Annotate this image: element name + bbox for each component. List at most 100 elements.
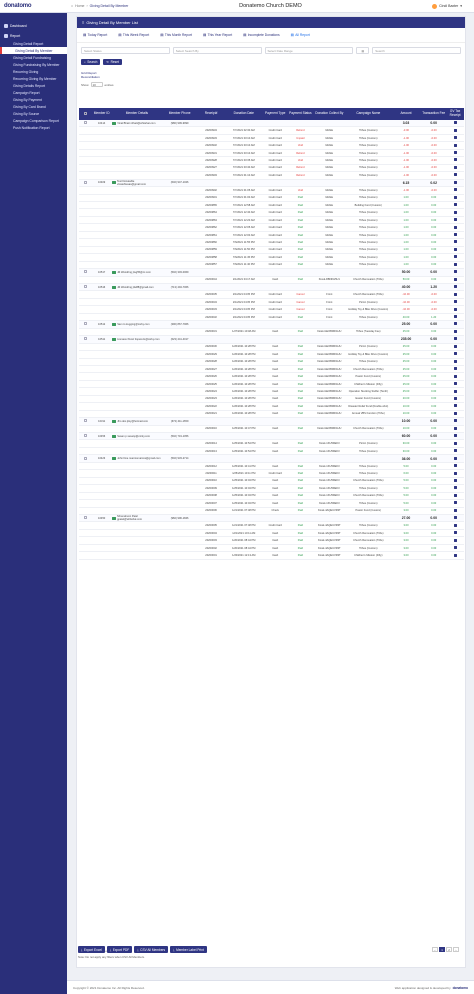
receipt-action[interactable] bbox=[446, 471, 464, 476]
receipt-action[interactable] bbox=[446, 456, 464, 461]
sidebar-item-giving-by-payment[interactable]: Giving By Payment bbox=[0, 96, 67, 103]
receipt-action[interactable] bbox=[446, 337, 464, 341]
receipt-action[interactable] bbox=[446, 344, 464, 349]
calendar-icon[interactable]: ▦ bbox=[356, 47, 370, 54]
receipt-action[interactable] bbox=[446, 441, 464, 446]
row-checkbox[interactable] bbox=[79, 516, 92, 520]
email-icon[interactable] bbox=[112, 337, 117, 341]
receipt-action[interactable] bbox=[446, 523, 464, 528]
status-select[interactable]: Select Status bbox=[81, 47, 170, 54]
receipt-action[interactable] bbox=[446, 136, 464, 140]
tab-this-month-report[interactable]: ▤ This Month Report bbox=[160, 33, 192, 37]
tab-incomplete-donations[interactable]: ▤ Incomplete Donations bbox=[243, 33, 280, 37]
email-icon[interactable] bbox=[112, 181, 116, 185]
email-icon[interactable] bbox=[112, 457, 117, 461]
email-icon[interactable] bbox=[112, 270, 117, 274]
export-button-member-label-print[interactable]: ⤓ Member Label Print bbox=[170, 946, 207, 953]
receipt-action[interactable] bbox=[446, 396, 464, 401]
page-size-select[interactable]: 10 bbox=[90, 82, 103, 87]
row-checkbox[interactable] bbox=[79, 337, 92, 341]
receipt-action[interactable] bbox=[446, 449, 464, 453]
date-range-input[interactable]: Select Date Range bbox=[264, 47, 354, 54]
receipt-action[interactable] bbox=[446, 419, 464, 423]
receipt-action[interactable] bbox=[446, 516, 464, 520]
receipt-action[interactable] bbox=[446, 486, 464, 490]
receipt-action[interactable] bbox=[446, 315, 464, 319]
sidebar-item-campaign-report[interactable]: Campaign Report bbox=[0, 89, 67, 96]
row-checkbox[interactable] bbox=[79, 121, 92, 125]
row-checkbox[interactable] bbox=[79, 419, 92, 423]
tab-this-week-report[interactable]: ▤ This Week Report bbox=[118, 33, 149, 37]
receipt-action[interactable] bbox=[446, 508, 464, 513]
email-icon[interactable] bbox=[112, 285, 117, 289]
receipt-action[interactable] bbox=[446, 493, 464, 498]
row-checkbox[interactable] bbox=[79, 322, 92, 326]
sidebar-item-recurring-giving[interactable]: Recurring Giving bbox=[0, 68, 67, 75]
receipt-action[interactable] bbox=[446, 553, 464, 558]
sidebar-item-push-notification-report[interactable]: Push Notification Report bbox=[0, 124, 67, 131]
receipt-action[interactable] bbox=[446, 404, 464, 408]
sidebar-item-giving-fundraising-by-member[interactable]: Giving Fundraising By Member bbox=[0, 61, 67, 68]
receipt-action[interactable] bbox=[446, 143, 464, 148]
tab-today-report[interactable]: ▤ Today Report bbox=[83, 33, 107, 37]
receipt-action[interactable] bbox=[446, 203, 464, 207]
receipt-action[interactable] bbox=[446, 233, 464, 237]
receipt-action[interactable] bbox=[446, 352, 464, 356]
receipt-action[interactable] bbox=[446, 292, 464, 297]
row-checkbox[interactable] bbox=[79, 434, 92, 438]
receipt-action[interactable] bbox=[446, 367, 464, 371]
receipt-action[interactable] bbox=[446, 546, 464, 550]
reset-button[interactable]: ↻ Reset bbox=[103, 59, 122, 65]
receipt-action[interactable] bbox=[446, 225, 464, 230]
receipt-action[interactable] bbox=[446, 173, 464, 177]
receipt-action[interactable] bbox=[446, 389, 464, 394]
email-icon[interactable] bbox=[112, 434, 117, 438]
email-icon[interactable] bbox=[112, 322, 117, 326]
sidebar-item-giving-details-report[interactable]: Giving Details Report bbox=[0, 82, 67, 89]
receipt-action[interactable] bbox=[446, 180, 464, 185]
receipt-action[interactable] bbox=[446, 210, 464, 215]
page-button[interactable]: 2 bbox=[446, 947, 452, 952]
receipt-action[interactable] bbox=[446, 307, 464, 312]
receipt-action[interactable] bbox=[446, 255, 464, 259]
receipt-action[interactable] bbox=[446, 359, 464, 364]
export-button-csv-all-members[interactable]: ⤓ CSV All Members bbox=[134, 946, 169, 953]
page-button[interactable]: 1 bbox=[439, 947, 445, 952]
export-button-export-pdf[interactable]: ⤓ Export PDF bbox=[106, 946, 133, 953]
receipt-action[interactable] bbox=[446, 247, 464, 252]
receipt-action[interactable] bbox=[446, 426, 464, 431]
receipt-action[interactable] bbox=[446, 262, 464, 267]
receipt-action[interactable] bbox=[446, 277, 464, 282]
email-icon[interactable] bbox=[112, 121, 117, 125]
receipt-action[interactable] bbox=[446, 322, 464, 326]
select-all-checkbox[interactable] bbox=[79, 111, 92, 117]
receipt-action[interactable] bbox=[446, 531, 464, 535]
receipt-action[interactable] bbox=[446, 464, 464, 468]
sidebar-dashboard[interactable]: Dashboard bbox=[0, 22, 67, 30]
receipt-action[interactable] bbox=[446, 270, 464, 274]
receipt-action[interactable] bbox=[446, 285, 464, 289]
email-icon[interactable] bbox=[112, 516, 117, 520]
receipt-action[interactable] bbox=[446, 128, 464, 133]
export-button-export-excel[interactable]: ⤓ Export Excel bbox=[78, 946, 105, 953]
logo[interactable]: donatomo bbox=[0, 0, 67, 13]
receipt-action[interactable] bbox=[446, 501, 464, 505]
page-button[interactable]: ‹ bbox=[432, 947, 438, 952]
receipt-action[interactable] bbox=[446, 121, 464, 125]
sidebar-item-recurring-giving-by-member[interactable]: Recurring Giving By Member bbox=[0, 75, 67, 82]
receipt-action[interactable] bbox=[446, 434, 464, 438]
user-menu[interactable]: Cindi Baxter ▾ bbox=[432, 3, 462, 9]
receipt-action[interactable] bbox=[446, 329, 464, 334]
receipt-action[interactable] bbox=[446, 165, 464, 170]
row-checkbox[interactable] bbox=[79, 456, 92, 461]
search-input[interactable]: Search bbox=[372, 47, 461, 54]
sidebar-item-giving-by-source[interactable]: Giving By Source bbox=[0, 110, 67, 117]
sidebar-item-giving-detail-by-member[interactable]: Giving Detail By Member bbox=[0, 47, 67, 54]
sidebar-item-campaign-comparison-report[interactable]: Campaign Comparison Report bbox=[0, 117, 67, 124]
row-checkbox[interactable] bbox=[79, 270, 92, 274]
page-button[interactable]: › bbox=[453, 947, 459, 952]
sidebar-item-giving-by-card-brand[interactable]: Giving By Card Brand bbox=[0, 103, 67, 110]
search-button[interactable]: ⌕ Search bbox=[81, 59, 101, 65]
receipt-action[interactable] bbox=[446, 374, 464, 379]
receipt-action[interactable] bbox=[446, 151, 464, 155]
